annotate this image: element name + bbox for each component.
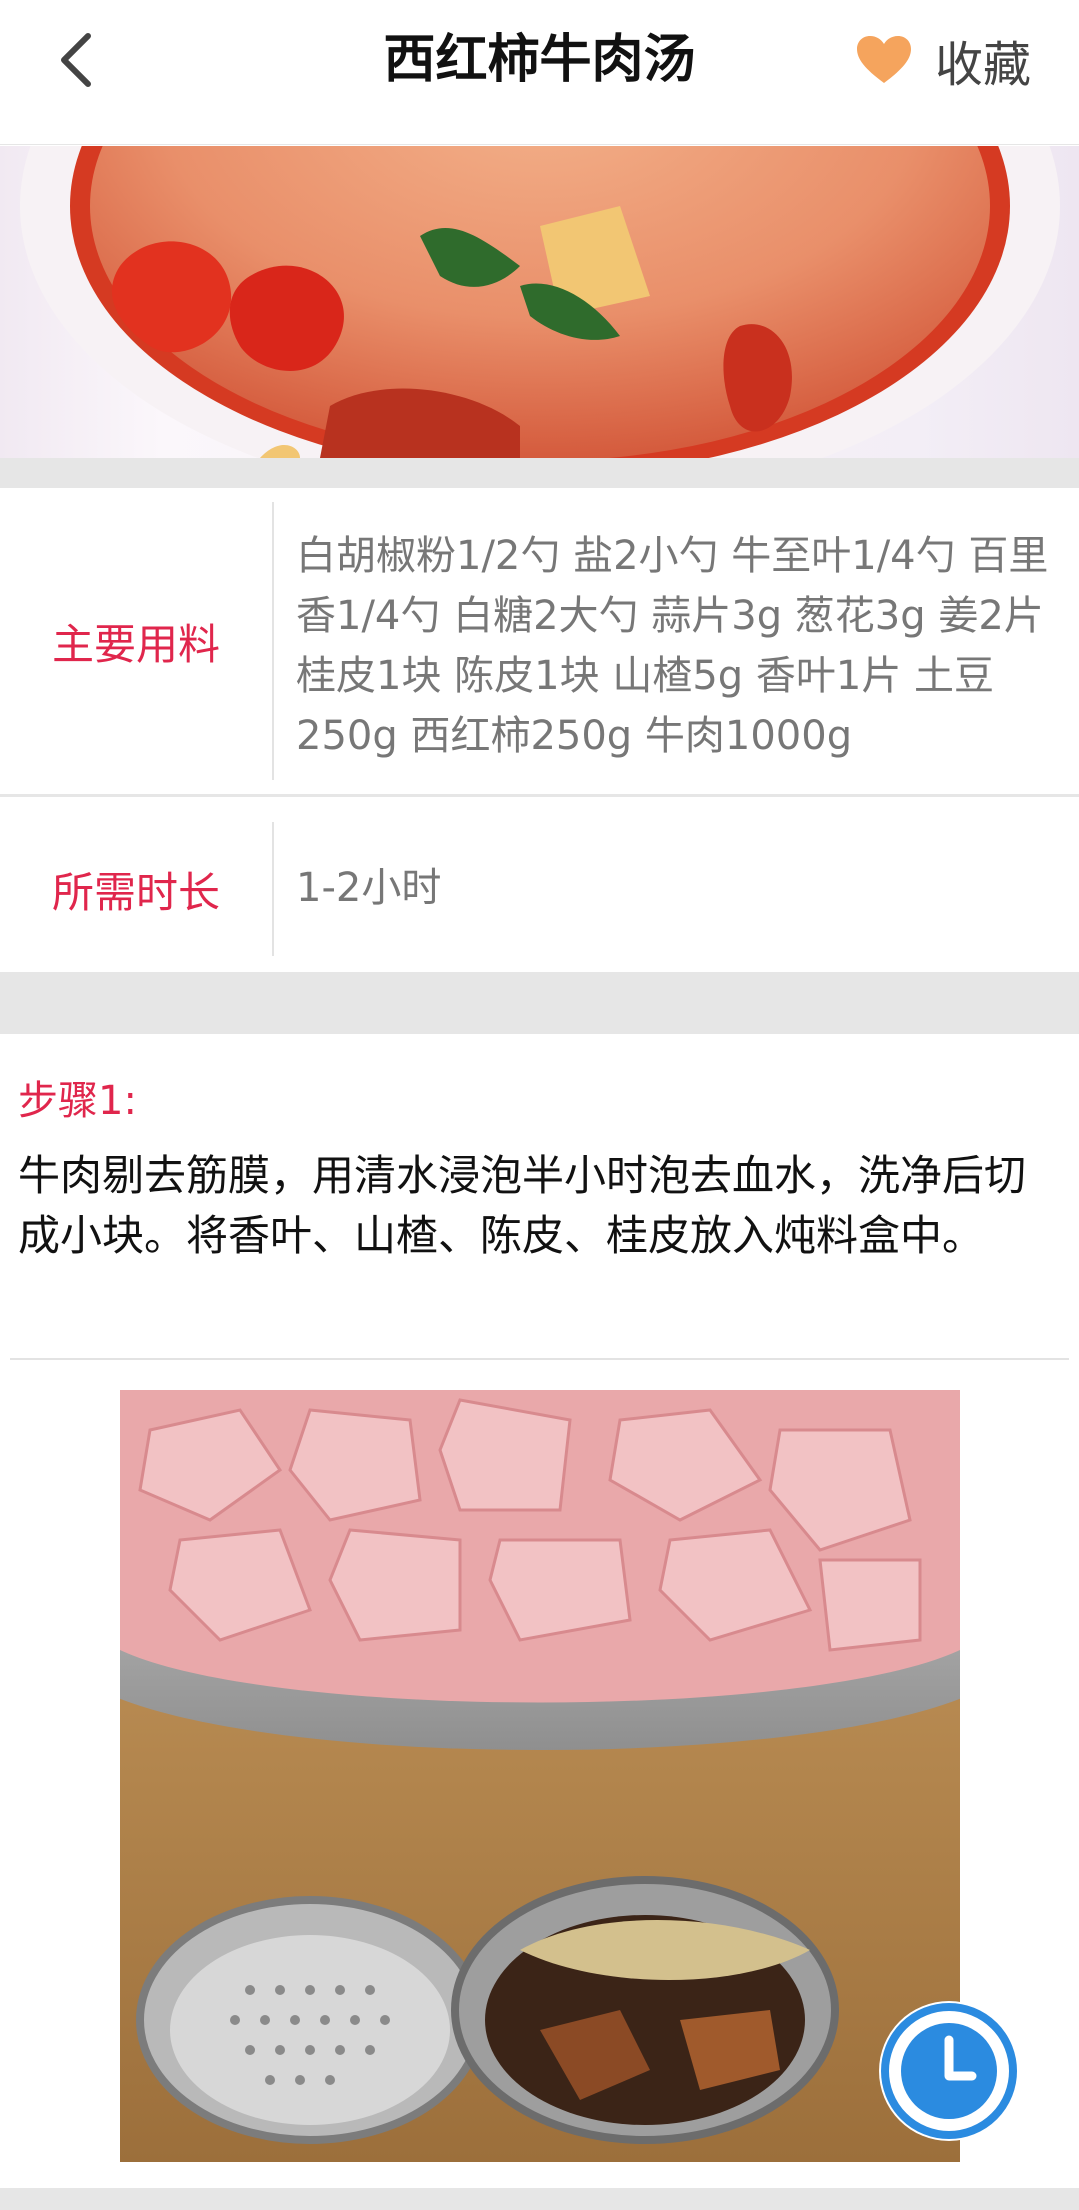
clock-icon xyxy=(879,2001,1019,2141)
section-gap xyxy=(0,972,1079,1034)
section-gap xyxy=(0,2188,1079,2210)
step-divider xyxy=(10,1358,1069,1360)
duration-label: 所需时长 xyxy=(51,867,220,917)
step-title: 步骤1: xyxy=(18,1078,137,1124)
recipe-hero-image xyxy=(0,146,1079,458)
favorite-button[interactable]: 收藏 xyxy=(855,26,1031,94)
duration-value: 1-2小时 xyxy=(296,865,442,911)
duration-row: 所需时长 1-2小时 xyxy=(0,808,1079,970)
step-image xyxy=(120,1390,960,2162)
row-divider xyxy=(272,822,274,956)
step-description: 牛肉剔去筋膜，用清水浸泡半小时泡去血水，洗净后切成小块。将香叶、山楂、陈皮、桂皮… xyxy=(18,1151,1027,1260)
timer-button[interactable] xyxy=(876,1998,1022,2144)
ingredients-row: 主要用料 白胡椒粉1/2勺 盐2小勺 牛至叶1/4勺 百里香1/4勺 白糖2大勺… xyxy=(0,488,1079,797)
row-divider xyxy=(272,502,274,780)
favorite-label: 收藏 xyxy=(934,37,1031,93)
ingredients-label: 主要用料 xyxy=(51,619,220,669)
top-bar: 西红柿牛肉汤 收藏 xyxy=(0,0,1079,145)
ingredients-value: 白胡椒粉1/2勺 盐2小勺 牛至叶1/4勺 百里香1/4勺 白糖2大勺 蒜片3g… xyxy=(296,533,1049,759)
section-gap xyxy=(0,458,1079,488)
heart-icon xyxy=(856,36,911,83)
